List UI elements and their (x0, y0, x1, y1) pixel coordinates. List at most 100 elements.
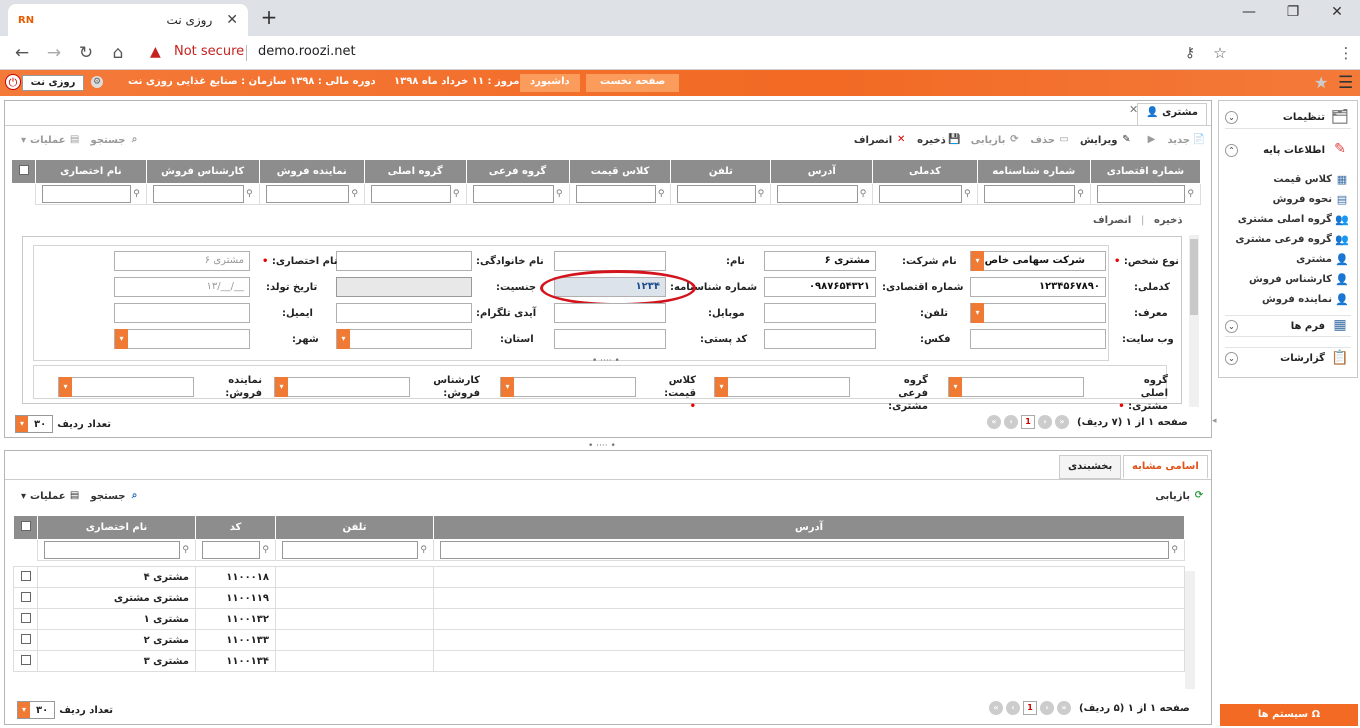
sidebar-item-sales-expert[interactable]: 👤 کارشناس فروش (1249, 273, 1349, 286)
select-all-cell[interactable] (13, 515, 38, 540)
postal-code-input[interactable] (554, 329, 666, 349)
chevron-down-icon[interactable]: ▾ (337, 329, 350, 349)
filter-input[interactable] (44, 541, 181, 559)
close-tab-icon[interactable]: ✕ (1129, 103, 1138, 116)
filter-input[interactable] (440, 541, 1170, 559)
browser-menu-icon[interactable]: ⋮ (1334, 41, 1358, 65)
row-checkbox[interactable] (20, 633, 31, 644)
last-page-icon[interactable]: » (989, 701, 1003, 715)
chevron-down-icon[interactable]: ⌄ (1225, 319, 1238, 333)
national-id-input[interactable]: ۱۲۳۴۵۶۷۸۹۰ (970, 277, 1106, 297)
filter-icon[interactable]: ⚲ (658, 189, 665, 199)
row-checkbox[interactable] (20, 570, 31, 581)
sidebar-item-customer[interactable]: 👤 مشتری (1296, 253, 1349, 266)
select-all-checkbox[interactable] (18, 165, 29, 175)
splitter-handle[interactable]: • ···· • (592, 356, 620, 366)
reload-icon[interactable]: ↻ (74, 41, 98, 65)
filter-icon[interactable]: ⚲ (420, 545, 427, 555)
col-id-number[interactable]: شماره شناسنامه (976, 159, 1091, 184)
sales-rep-select[interactable] (58, 377, 194, 397)
chevron-down-icon[interactable]: ⌄ (1225, 111, 1238, 124)
sidebar-item-price-class[interactable]: ▦ کلاس قیمت (1273, 173, 1349, 186)
systems-button[interactable]: سیستم ها Ω (1220, 704, 1358, 726)
last-page-icon[interactable]: » (987, 415, 1001, 429)
filter-icon[interactable]: ⚲ (246, 189, 253, 199)
filter-input[interactable] (677, 185, 756, 203)
form-cancel-link[interactable]: انصراف (1093, 215, 1131, 226)
filter-input[interactable] (202, 541, 261, 559)
close-tab-icon[interactable]: ✕ (226, 12, 238, 28)
mobile-input[interactable] (554, 303, 666, 323)
chevron-down-icon[interactable]: ▾ (59, 377, 72, 397)
power-icon[interactable]: ⏻ (5, 74, 21, 90)
dashboard-button[interactable]: داشبورد (520, 74, 580, 92)
filter-input[interactable] (472, 185, 554, 203)
settings-icon[interactable]: ⚙ (91, 76, 103, 88)
row-checkbox[interactable] (20, 591, 31, 602)
refresh-button[interactable]: ⟳ بازیابی (971, 134, 1021, 146)
home-page-button[interactable]: صفحه نخست (586, 74, 680, 92)
table-row[interactable]: مشتری ۳ ۱۱۰۰۱۳۴ (13, 650, 1185, 672)
not-secure-label[interactable]: Not secure (174, 44, 244, 59)
filter-icon[interactable]: ⚲ (133, 189, 140, 199)
first-page-icon[interactable]: « (1057, 701, 1071, 715)
col-main-group[interactable]: گروه اصلی (363, 159, 467, 184)
chevron-down-icon[interactable]: ▾ (275, 377, 288, 397)
new-tab-button[interactable]: + (256, 6, 282, 30)
tab-similar-names[interactable]: اسامی مشابه (1123, 455, 1208, 479)
save-button[interactable]: 💾 ذخیره (917, 134, 961, 146)
sidebar-item-sales-rep[interactable]: 👤 نماینده فروش (1262, 293, 1349, 306)
next-page-icon[interactable]: › (1006, 701, 1020, 715)
col-address[interactable]: آدرس (433, 515, 1185, 540)
sidebar-item-sub-group[interactable]: 👥 گروه فرعی مشتری (1235, 233, 1349, 246)
favorite-star-icon[interactable]: ★ (1314, 73, 1328, 92)
filter-icon[interactable]: ⚲ (1077, 189, 1084, 199)
first-name-input[interactable] (554, 251, 666, 271)
filter-icon[interactable]: ⚲ (758, 189, 765, 199)
chevron-down-icon[interactable]: ▾ (971, 303, 984, 323)
table-row[interactable]: مشتری ۱ ۱۱۰۰۱۳۲ (13, 608, 1185, 630)
url-text[interactable]: demo.roozi.net (258, 44, 356, 59)
referrer-select[interactable] (970, 303, 1106, 323)
city-select[interactable] (114, 329, 250, 349)
select-all-checkbox[interactable] (20, 521, 31, 531)
person-type-select[interactable]: شرکت سهامی خاص (970, 251, 1106, 271)
sidebar-item-main-group[interactable]: 👥 گروه اصلی مشتری (1238, 213, 1349, 226)
economic-no-input[interactable]: ۰۹۸۷۶۵۴۳۲۱ (764, 277, 876, 297)
filter-icon[interactable]: ⚲ (1187, 189, 1194, 199)
tab-customer[interactable]: 👤 مشتری (1137, 103, 1207, 125)
col-sales-rep[interactable]: نماینده فروش (258, 159, 365, 184)
browser-tab[interactable]: RN روزی نت ✕ (8, 4, 248, 36)
col-short-name[interactable]: نام اختصاری (37, 515, 196, 540)
key-icon[interactable]: ⚷ (1178, 41, 1202, 65)
table-row[interactable]: مشتری ۲ ۱۱۰۰۱۳۳ (13, 629, 1185, 651)
current-page[interactable]: 1 (1023, 701, 1037, 715)
website-input[interactable] (970, 329, 1106, 349)
sidebar-settings[interactable]: 🗂 تنظیمات ⌄ (1225, 107, 1351, 129)
filter-input[interactable] (282, 541, 419, 559)
filter-icon[interactable]: ⚲ (860, 189, 867, 199)
birth-date-input[interactable]: __/__/۱۳ (114, 277, 250, 297)
prev-page-icon[interactable]: ‹ (1040, 701, 1054, 715)
filter-icon[interactable]: ⚲ (262, 545, 269, 555)
prev-page-icon[interactable]: ‹ (1038, 415, 1052, 429)
rows-select[interactable]: ۳۰ ▾ (17, 701, 56, 719)
lower-search-button[interactable]: ⌕ جستجو (91, 490, 141, 502)
restore-icon[interactable]: ❐ (1278, 4, 1308, 26)
warning-icon[interactable]: ▲ (150, 44, 161, 60)
table-scrollbar[interactable] (1185, 571, 1195, 689)
col-price-class[interactable]: کلاس قیمت (568, 159, 672, 184)
row-checkbox[interactable] (20, 654, 31, 665)
current-page[interactable]: 1 (1021, 415, 1035, 429)
chevron-up-icon[interactable]: ⌃ (1225, 143, 1238, 157)
chevron-down-icon[interactable]: ▾ (115, 329, 128, 349)
chevron-down-icon[interactable]: ▾ (501, 377, 514, 397)
hamburger-menu-icon[interactable]: ☰ (1338, 73, 1353, 93)
select-all-cell[interactable] (11, 159, 36, 184)
rows-select[interactable]: ۳۰ ▾ (15, 415, 54, 433)
gender-select[interactable] (336, 277, 472, 297)
form-scrollbar[interactable] (1189, 235, 1199, 407)
next-page-icon[interactable]: › (1004, 415, 1018, 429)
sidebar-base-info[interactable]: ✎ اطلاعات پایه ⌃ (1225, 139, 1351, 161)
filter-icon[interactable]: ⚲ (453, 189, 460, 199)
